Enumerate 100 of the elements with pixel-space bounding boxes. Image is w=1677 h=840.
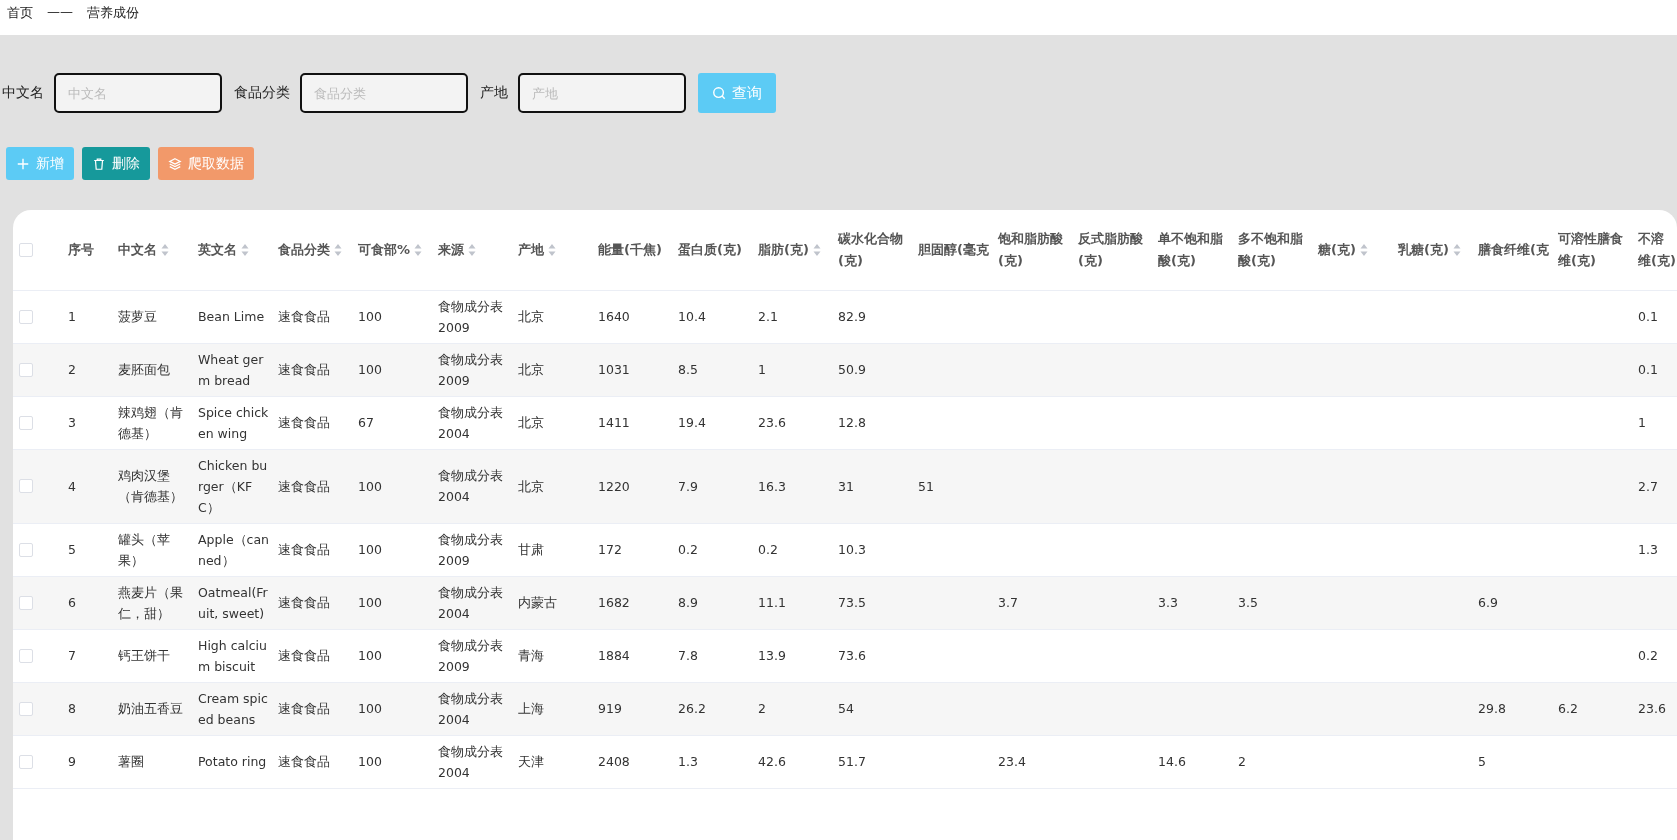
trash-icon — [92, 156, 106, 171]
table-cell: High calcium biscuit — [198, 637, 267, 674]
table-cell: 北京 — [518, 362, 544, 377]
sort-icon[interactable] — [414, 242, 423, 257]
layers-icon — [168, 156, 182, 171]
table-cell: 1411 — [598, 415, 630, 430]
row-checkbox[interactable] — [19, 309, 33, 324]
select-all-checkbox[interactable] — [19, 242, 33, 257]
table-cell: 7 — [68, 648, 76, 663]
row-checkbox[interactable] — [19, 479, 33, 493]
table-cell: 42.6 — [758, 754, 786, 769]
table-cell: 鸡肉汉堡（肯德基） — [118, 468, 183, 504]
column-header: 蛋白质(克) — [678, 240, 742, 259]
table-cell: 9 — [68, 754, 76, 769]
table-cell: 天津 — [518, 754, 544, 769]
column-header[interactable]: 可食部% — [358, 238, 411, 261]
table-cell: 1884 — [598, 648, 630, 663]
column-header[interactable]: 食品分类 — [278, 238, 330, 261]
table-cell: 北京 — [518, 309, 544, 324]
row-checkbox[interactable] — [19, 415, 33, 430]
table-cell: 10.3 — [838, 542, 866, 557]
column-header: 膳食纤维(克 — [1478, 240, 1549, 259]
table-cell: 食物成分表2004 — [438, 584, 503, 621]
breadcrumb-item: 营养成份 — [87, 4, 139, 22]
table-cell: 食物成分表2009 — [438, 351, 503, 388]
column-header: 饱和脂肪酸 (克) — [998, 229, 1063, 270]
table-cell: 2408 — [598, 754, 630, 769]
field-label: 中文名 — [2, 84, 44, 102]
column-header: 胆固醇(毫克 — [918, 240, 989, 259]
column-header[interactable]: 乳糖(克) — [1398, 238, 1449, 261]
sort-icon[interactable] — [241, 242, 249, 257]
table-cell: 1 — [68, 309, 76, 324]
table-cell: 100 — [358, 478, 382, 494]
breadcrumb-separator: —— — [47, 4, 73, 19]
table-cell: 26.2 — [678, 701, 706, 716]
table-cell: 100 — [358, 309, 382, 324]
table-cell: 6.9 — [1478, 595, 1498, 610]
row-checkbox[interactable] — [19, 648, 33, 663]
search-icon — [712, 86, 726, 100]
table-cell: 7.9 — [678, 478, 698, 494]
table-cell: Chicken burger（KFC） — [198, 457, 268, 515]
column-header: 反式脂肪酸 (克) — [1078, 229, 1143, 270]
row-checkbox[interactable] — [19, 595, 33, 610]
sort-icon[interactable] — [1452, 242, 1461, 257]
table-cell: 4 — [68, 478, 76, 494]
table-cell: 6 — [68, 595, 76, 610]
table-cell: 0.2 — [678, 542, 698, 557]
row-checkbox[interactable] — [19, 542, 33, 557]
table-cell: 燕麦片（果仁，甜） — [118, 584, 183, 621]
table-cell: Oatmeal(Fruit, sweet) — [198, 584, 268, 621]
table-cell: 薯圈 — [118, 754, 144, 769]
sort-icon[interactable] — [161, 242, 169, 257]
table-cell: 100 — [358, 754, 382, 769]
table-cell: 北京 — [518, 415, 544, 430]
table-cell: 2 — [1238, 754, 1246, 769]
table-cell: 1640 — [598, 309, 630, 324]
table-cell: 919 — [598, 701, 622, 716]
table-cell: 172 — [598, 542, 622, 557]
table-cell: 23.6 — [1638, 701, 1666, 716]
breadcrumb-item[interactable]: 首页 — [7, 4, 33, 22]
sort-icon[interactable] — [548, 242, 556, 257]
column-header: 可溶性膳食 维(克) — [1558, 229, 1623, 270]
row-checkbox[interactable] — [19, 754, 33, 769]
table-cell: 3 — [68, 415, 76, 430]
column-header[interactable]: 产地 — [518, 238, 544, 261]
column-header[interactable]: 脂肪(克) — [758, 238, 809, 261]
sort-icon[interactable] — [812, 242, 821, 257]
column-header: 序号 — [68, 240, 94, 259]
sort-icon[interactable] — [468, 242, 476, 257]
column-header[interactable]: 来源 — [438, 238, 464, 261]
column-header[interactable]: 英文名 — [198, 238, 237, 261]
table-cell: Apple（canned） — [198, 531, 270, 568]
sort-icon[interactable] — [334, 242, 342, 257]
table-cell: 13.9 — [758, 648, 786, 663]
table-cell: 8.5 — [678, 362, 698, 377]
table-cell: 1.3 — [1638, 542, 1658, 557]
table-cell: 速食食品 — [278, 309, 330, 324]
table-cell: Potato ring — [198, 754, 267, 769]
table-cell: 北京 — [518, 478, 544, 494]
table-cell: 100 — [358, 648, 382, 663]
table-cell: Cream spiced beans — [198, 690, 268, 727]
table-cell: 速食食品 — [278, 648, 330, 663]
table-cell: 23.6 — [758, 415, 786, 430]
row-checkbox[interactable] — [19, 362, 33, 377]
table-cell: 8 — [68, 701, 76, 716]
table-cell: 12.8 — [838, 415, 866, 430]
column-header[interactable]: 糖(克) — [1318, 238, 1356, 261]
table-cell: 2 — [758, 701, 766, 716]
table-cell: Bean Lime — [198, 309, 265, 324]
sort-icon[interactable] — [1359, 242, 1368, 257]
table-cell: 19.4 — [678, 415, 706, 430]
table-cell: 菠萝豆 — [118, 309, 157, 324]
column-header[interactable]: 中文名 — [118, 238, 157, 261]
field-label: 产地 — [480, 84, 508, 102]
table-cell: 29.8 — [1478, 701, 1506, 716]
table-cell: Spice chicken wing — [198, 404, 269, 441]
row-checkbox[interactable] — [19, 701, 33, 716]
table-cell: 钙王饼干 — [118, 648, 170, 663]
table-cell: 青海 — [518, 648, 544, 663]
table-cell: 10.4 — [678, 309, 706, 324]
